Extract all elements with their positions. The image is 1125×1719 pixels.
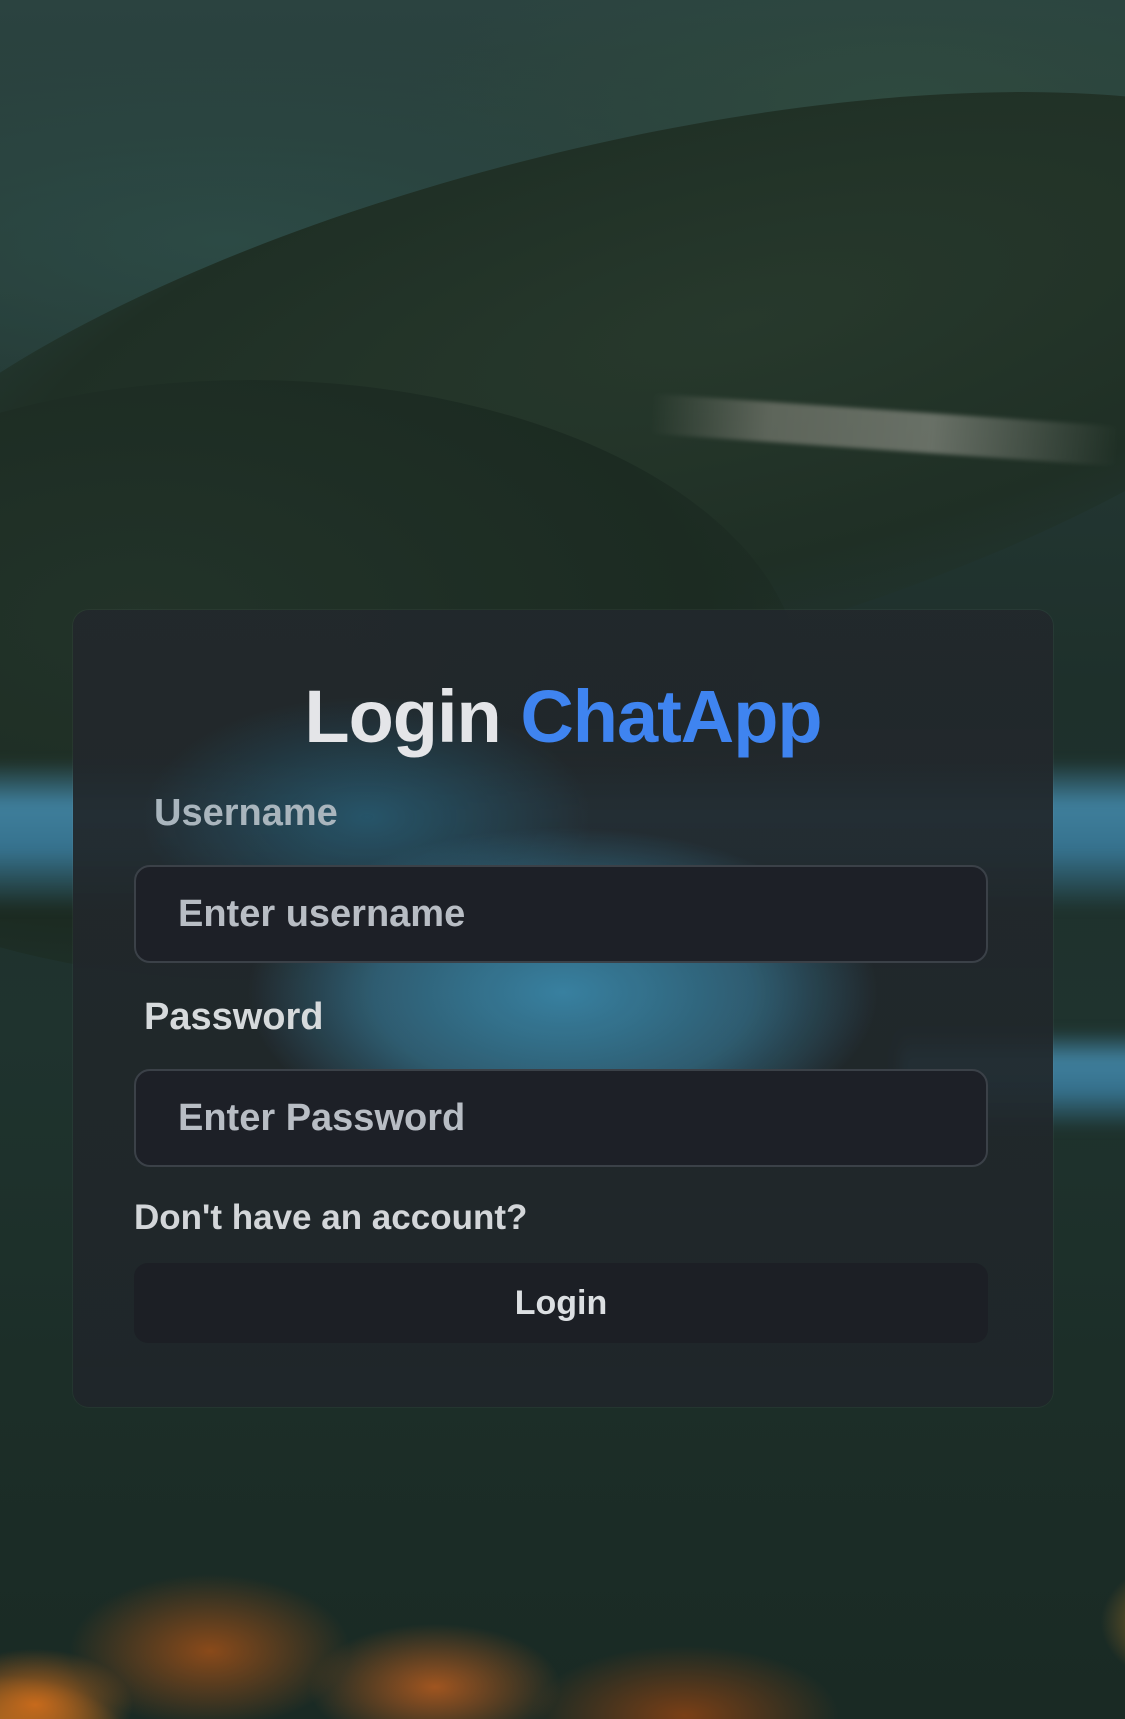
password-input[interactable] (134, 1069, 988, 1167)
background-autumn-foliage (0, 1399, 1125, 1719)
title-prefix: Login (304, 675, 501, 758)
page-title: Login ChatApp (73, 680, 1053, 754)
signup-link[interactable]: Don't have an account? (134, 1198, 527, 1238)
login-button[interactable]: Login (134, 1263, 988, 1343)
password-label: Password (144, 996, 324, 1038)
title-brand: ChatApp (520, 675, 822, 758)
login-card: Login ChatApp Username Password Don't ha… (73, 610, 1053, 1407)
username-input[interactable] (134, 865, 988, 963)
username-label: Username (154, 792, 338, 834)
